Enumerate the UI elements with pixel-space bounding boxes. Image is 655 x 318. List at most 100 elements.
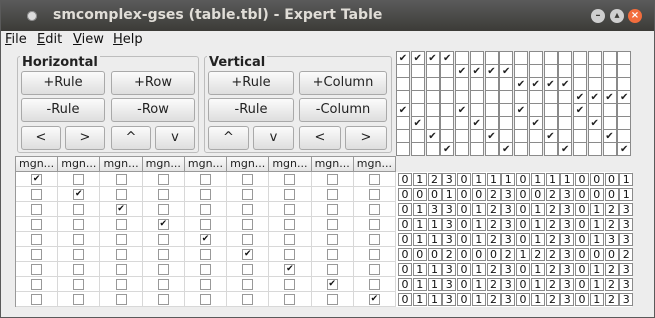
value-cell[interactable]: 0 bbox=[398, 293, 412, 306]
row-rule-checkbox[interactable] bbox=[368, 203, 380, 215]
value-cell[interactable]: 3 bbox=[560, 263, 575, 276]
vertical-rule-checkbox[interactable] bbox=[528, 90, 543, 104]
vertical-rule-checkbox[interactable] bbox=[558, 129, 573, 143]
value-cell[interactable]: 2 bbox=[604, 278, 619, 291]
value-cell[interactable]: 1 bbox=[412, 218, 427, 231]
value-cell[interactable]: 0 bbox=[457, 173, 471, 186]
value-cell[interactable]: 0 bbox=[530, 188, 545, 201]
vertical-rule-checkbox[interactable] bbox=[617, 103, 632, 117]
vertical-rule-checkbox[interactable] bbox=[484, 142, 499, 156]
vertical-rule-checkbox[interactable] bbox=[558, 103, 573, 117]
vertical-rule-checkbox[interactable] bbox=[499, 129, 514, 143]
value-cell[interactable]: 1 bbox=[471, 278, 486, 291]
value-cell[interactable]: 0 bbox=[516, 173, 530, 186]
value-cell[interactable]: 0 bbox=[412, 188, 427, 201]
vertical-rule-checkbox[interactable] bbox=[528, 116, 543, 130]
vertical-rule-checkbox[interactable] bbox=[499, 51, 514, 65]
value-cell[interactable]: 0 bbox=[575, 263, 589, 276]
value-cell[interactable]: 0 bbox=[427, 248, 442, 261]
vertical-rule-checkbox[interactable] bbox=[558, 77, 573, 91]
row-rule-checkbox[interactable] bbox=[157, 173, 169, 185]
vertical-move-right-button[interactable]: > bbox=[345, 126, 387, 150]
vertical-rule-checkbox[interactable] bbox=[425, 129, 440, 143]
value-cell[interactable]: 0 bbox=[398, 233, 412, 246]
row-rule-checkbox[interactable] bbox=[242, 278, 254, 290]
row-rule-checkbox[interactable] bbox=[31, 263, 43, 275]
vertical-rule-checkbox[interactable] bbox=[528, 103, 543, 117]
value-cell[interactable]: 1 bbox=[516, 248, 530, 261]
value-cell[interactable]: 0 bbox=[412, 248, 427, 261]
value-cell[interactable]: 3 bbox=[619, 218, 634, 231]
value-cell[interactable]: 1 bbox=[412, 173, 427, 186]
value-cell[interactable]: 3 bbox=[501, 188, 516, 201]
value-cell[interactable]: 0 bbox=[398, 203, 412, 216]
value-cell[interactable]: 2 bbox=[427, 173, 442, 186]
value-cell[interactable]: 3 bbox=[442, 278, 457, 291]
column-header[interactable]: mgn... bbox=[268, 156, 312, 172]
value-cell[interactable]: 2 bbox=[545, 188, 560, 201]
column-header[interactable]: mgn... bbox=[57, 156, 101, 172]
value-cell[interactable]: 2 bbox=[604, 218, 619, 231]
vertical-rule-checkbox[interactable] bbox=[455, 116, 469, 130]
row-rule-checkbox[interactable] bbox=[115, 263, 127, 275]
value-cell[interactable]: 0 bbox=[589, 248, 604, 261]
row-rule-checkbox[interactable] bbox=[115, 248, 127, 260]
vertical-rule-checkbox[interactable] bbox=[514, 64, 528, 78]
column-header[interactable]: mgn... bbox=[141, 156, 185, 172]
vertical-rule-checkbox[interactable] bbox=[396, 116, 410, 130]
value-cell[interactable]: 2 bbox=[486, 293, 501, 306]
value-cell[interactable]: 2 bbox=[486, 263, 501, 276]
vertical-remove-rule-button[interactable]: -Rule bbox=[208, 98, 294, 122]
value-cell[interactable]: 0 bbox=[427, 188, 442, 201]
vertical-rule-checkbox[interactable] bbox=[484, 51, 499, 65]
vertical-rule-checkbox[interactable] bbox=[425, 77, 440, 91]
vertical-rule-checkbox[interactable] bbox=[602, 129, 617, 143]
vertical-rule-checkbox[interactable] bbox=[602, 51, 617, 65]
value-cell[interactable]: 1 bbox=[471, 293, 486, 306]
vertical-rule-checkbox[interactable] bbox=[440, 116, 455, 130]
row-rule-checkbox[interactable] bbox=[73, 248, 85, 260]
horizontal-remove-rule-button[interactable]: -Rule bbox=[21, 98, 105, 122]
vertical-rule-checkbox[interactable] bbox=[396, 142, 410, 156]
row-rule-checkbox[interactable] bbox=[368, 173, 380, 185]
value-cell[interactable]: 2 bbox=[486, 278, 501, 291]
value-cell[interactable]: 1 bbox=[442, 188, 457, 201]
vertical-rule-checkbox[interactable] bbox=[484, 103, 499, 117]
menu-edit[interactable]: Edit bbox=[37, 32, 62, 47]
vertical-rule-checkbox[interactable] bbox=[499, 103, 514, 117]
value-cell[interactable]: 1 bbox=[412, 233, 427, 246]
vertical-rule-checkbox[interactable] bbox=[410, 129, 425, 143]
value-cell[interactable]: 0 bbox=[457, 218, 471, 231]
row-rule-checkbox[interactable] bbox=[31, 293, 43, 305]
menu-view[interactable]: View bbox=[73, 32, 104, 47]
vertical-rule-checkbox[interactable] bbox=[617, 90, 632, 104]
vertical-rule-checkbox[interactable] bbox=[484, 64, 499, 78]
row-rule-checkbox[interactable] bbox=[326, 263, 338, 275]
vertical-rule-checkbox[interactable] bbox=[425, 64, 440, 78]
value-cell[interactable]: 1 bbox=[589, 278, 604, 291]
value-cell[interactable]: 1 bbox=[530, 278, 545, 291]
value-cell[interactable]: 3 bbox=[442, 263, 457, 276]
vertical-rule-checkbox[interactable] bbox=[528, 142, 543, 156]
value-cell[interactable]: 2 bbox=[545, 218, 560, 231]
value-cell[interactable]: 1 bbox=[530, 173, 545, 186]
row-rule-checkbox[interactable] bbox=[368, 248, 380, 260]
value-cell[interactable]: 0 bbox=[575, 203, 589, 216]
close-icon[interactable]: × bbox=[628, 9, 642, 23]
value-cell[interactable]: 1 bbox=[560, 173, 575, 186]
value-cell[interactable]: 2 bbox=[442, 248, 457, 261]
row-rule-checkbox[interactable] bbox=[242, 173, 254, 185]
row-rule-checkbox[interactable] bbox=[31, 203, 43, 215]
value-cell[interactable]: 3 bbox=[501, 293, 516, 306]
value-cell[interactable]: 1 bbox=[501, 173, 516, 186]
horizontal-move-down-button[interactable]: v bbox=[155, 126, 195, 150]
value-cell[interactable]: 0 bbox=[589, 188, 604, 201]
value-cell[interactable]: 0 bbox=[457, 203, 471, 216]
vertical-rule-checkbox[interactable] bbox=[558, 51, 573, 65]
vertical-rule-checkbox[interactable] bbox=[499, 90, 514, 104]
value-cell[interactable]: 1 bbox=[471, 233, 486, 246]
vertical-rule-checkbox[interactable] bbox=[440, 103, 455, 117]
row-rule-checkbox[interactable] bbox=[31, 278, 43, 290]
vertical-add-rule-button[interactable]: +Rule bbox=[208, 71, 294, 95]
vertical-rule-checkbox[interactable] bbox=[573, 64, 587, 78]
